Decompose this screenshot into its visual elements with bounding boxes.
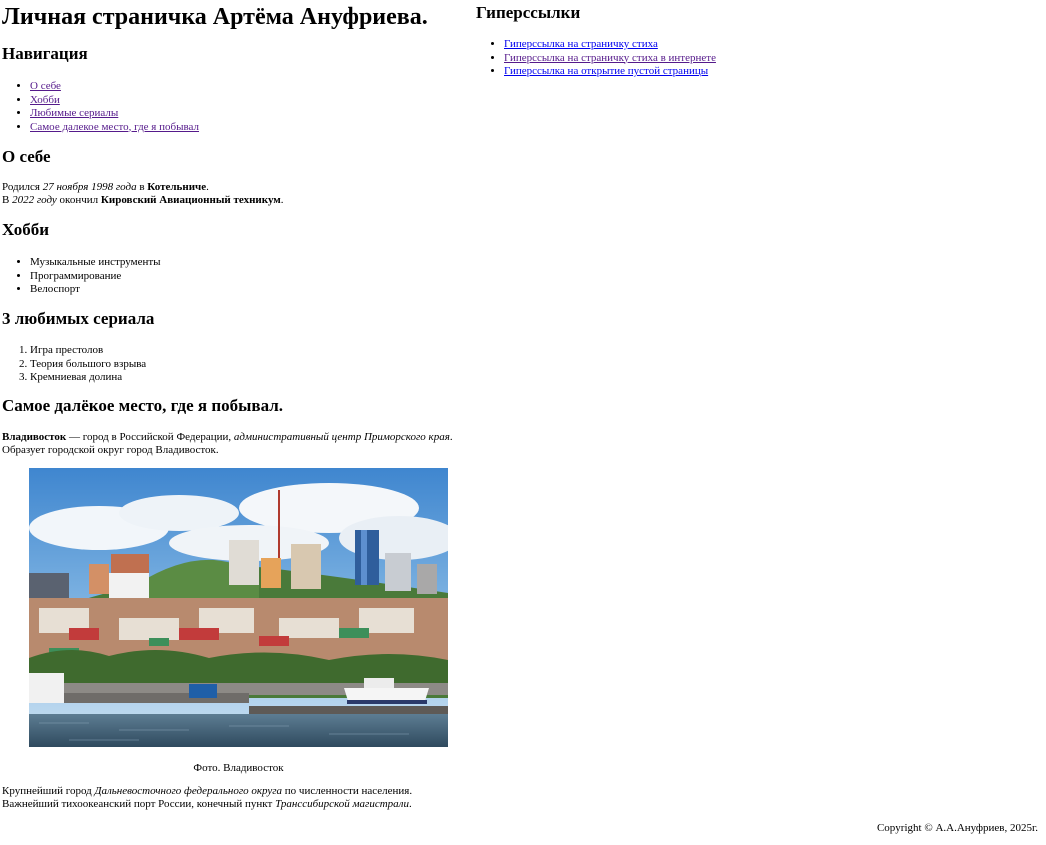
- series-list: Игра престолов Теория большого взрыва Кр…: [2, 344, 146, 385]
- about-birth-city: Котельниче: [147, 181, 207, 193]
- vladivostok-photo: [29, 468, 448, 747]
- blank-page-link[interactable]: Гиперссылка на открытие пустой страницы: [504, 65, 708, 77]
- place-text: Образует городской округ город Владивост…: [2, 444, 219, 456]
- place-text: Важнейший тихоокеанский порт России, кон…: [2, 798, 276, 810]
- navigation-list: О себе Хобби Любимые сериалы Самое далек…: [2, 80, 199, 134]
- photo-caption: Фото. Владивосток: [193, 762, 284, 774]
- nav-link-about[interactable]: О себе: [30, 80, 61, 92]
- place-admin-center: административный центр Приморского края: [233, 431, 450, 443]
- list-item: Гиперссылка на открытие пустой страницы: [504, 65, 716, 79]
- nav-link-place[interactable]: Самое далекое место, где я побывал: [30, 121, 199, 133]
- place-paragraph-2: Крупнейший город Дальневосточного федера…: [2, 785, 412, 811]
- place-city-name: Владивосток: [2, 431, 67, 443]
- nav-link-series[interactable]: Любимые сериалы: [30, 107, 118, 119]
- place-text: по численности населения.: [282, 785, 413, 797]
- place-text: Крупнейший город: [2, 785, 95, 797]
- place-text: .: [408, 798, 412, 810]
- list-item: Игра престолов: [30, 344, 146, 358]
- about-text: окончил: [56, 194, 101, 206]
- list-item: Самое далекое место, где я побывал: [30, 121, 199, 135]
- list-item: Кремниевая долина: [30, 371, 146, 385]
- place-heading: Самое далёкое место, где я побывал.: [2, 396, 284, 415]
- place-paragraph: Владивосток — город в Российской Федерац…: [2, 431, 453, 457]
- about-text: В: [2, 194, 13, 206]
- about-paragraph: Родился 27 ноября 1998 года в Котельниче…: [2, 181, 284, 207]
- nav-link-hobby[interactable]: Хобби: [30, 94, 60, 106]
- hyperlinks-heading: Гиперссылки: [476, 3, 581, 22]
- footer-copyright: Copyright © А.А.Ануфриев, 2025г.: [876, 822, 1038, 834]
- list-item: Любимые сериалы: [30, 107, 199, 121]
- place-text: — город в Российской Федерации,: [66, 431, 234, 443]
- place-trans-siberian: Транссибирской магистрали: [275, 798, 409, 810]
- about-text: .: [280, 194, 284, 206]
- navigation-heading: Навигация: [2, 44, 88, 63]
- poem-internet-link[interactable]: Гиперссылка на страничку стиха в интерне…: [504, 52, 716, 64]
- about-text: .: [206, 181, 209, 193]
- place-text: .: [449, 431, 453, 443]
- series-heading: 3 любимых сериала: [2, 309, 155, 328]
- poem-page-link[interactable]: Гиперссылка на страничку стиха: [504, 38, 658, 50]
- page-title: Личная страничка Артёма Ануфриева.: [2, 4, 428, 30]
- list-item: Музыкальные инструменты: [30, 256, 161, 270]
- about-heading: О себе: [2, 147, 51, 166]
- about-grad-year: 2022 году: [12, 194, 57, 206]
- list-item: О себе: [30, 80, 199, 94]
- about-text: в: [136, 181, 148, 193]
- list-item: Хобби: [30, 94, 199, 108]
- place-federal-district: Дальневосточного федерального округа: [94, 785, 283, 797]
- hobby-list: Музыкальные инструменты Программирование…: [2, 256, 161, 297]
- about-school: Кировский Авиационный техникум: [100, 194, 281, 206]
- list-item: Гиперссылка на страничку стиха в интерне…: [504, 52, 716, 66]
- list-item: Программирование: [30, 270, 161, 284]
- hyperlinks-list: Гиперссылка на страничку стиха Гиперссыл…: [476, 38, 716, 79]
- about-birth-date: 27 ноября 1998 года: [42, 181, 137, 193]
- hobby-heading: Хобби: [2, 220, 50, 239]
- list-item: Гиперссылка на страничку стиха: [504, 38, 716, 52]
- list-item: Теория большого взрыва: [30, 358, 146, 372]
- about-text: Родился: [2, 181, 43, 193]
- list-item: Велоспорт: [30, 283, 161, 297]
